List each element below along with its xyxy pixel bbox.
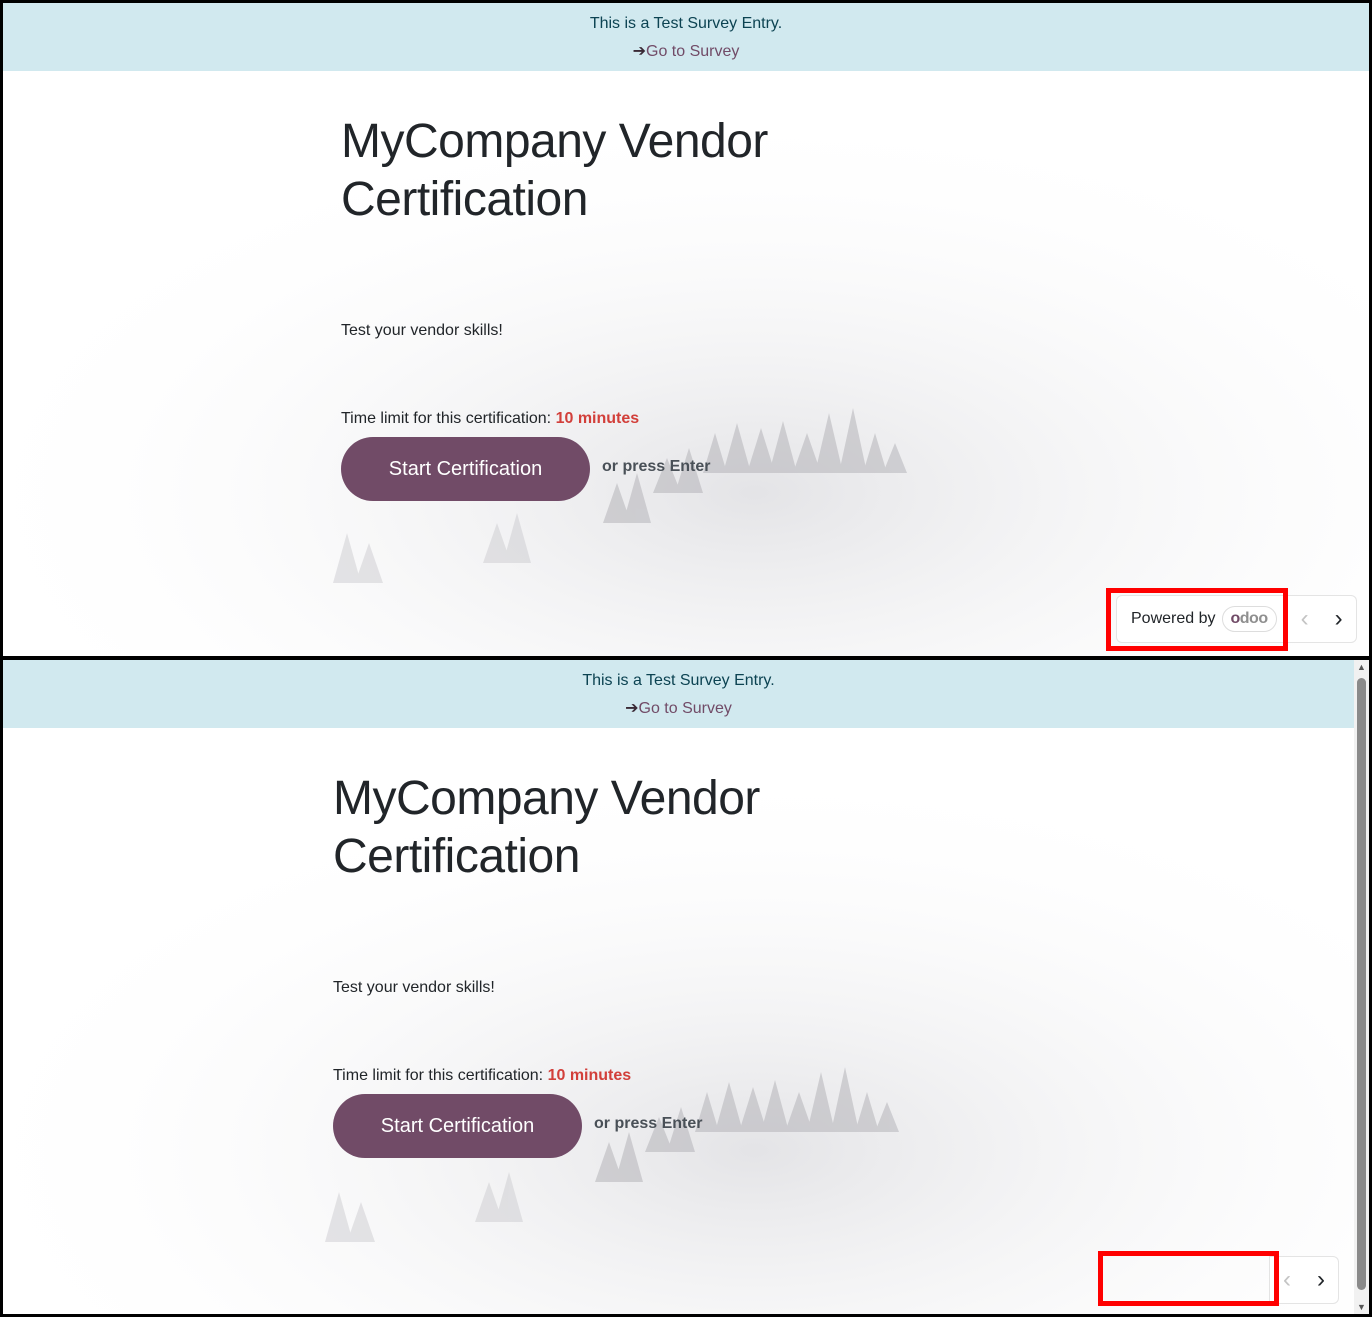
scroll-up-arrow-icon[interactable]: ▲ [1357, 662, 1366, 672]
scroll-down-arrow-icon[interactable]: ▼ [1357, 1302, 1366, 1312]
time-limit-value: 10 minutes [547, 1067, 632, 1084]
chevron-right-icon[interactable]: › [1322, 596, 1356, 642]
survey-title: MyCompany Vendor Certification [333, 772, 760, 883]
banner-text: This is a Test Survey Entry. [582, 672, 775, 689]
scrollbar-thumb[interactable] [1357, 678, 1366, 1290]
press-enter-hint: or press Enter [594, 1115, 703, 1132]
chevron-right-icon[interactable]: › [1304, 1257, 1338, 1303]
start-actions: Start Certification or press Enter [333, 1094, 853, 1158]
powered-by-odoo[interactable]: Powered by o doo [1116, 595, 1288, 643]
survey-footer: Powered by o doo ‹ › [1116, 595, 1357, 643]
page-navigation: ‹ › [1269, 1256, 1339, 1304]
survey-footer: ‹ › [1269, 1256, 1339, 1304]
chevron-left-icon[interactable]: ‹ [1270, 1257, 1304, 1303]
vertical-scrollbar[interactable]: ▲ ▼ [1354, 660, 1369, 1314]
arrow-right-icon: ➔ [625, 700, 639, 717]
time-limit-text: Time limit for this certification: 10 mi… [341, 409, 861, 429]
page-navigation: ‹ › [1287, 595, 1357, 643]
go-to-survey-link[interactable]: ➔Go to Survey [633, 42, 740, 62]
survey-description: Test your vendor skills! [341, 322, 503, 339]
survey-page-top: This is a Test Survey Entry. ➔Go to Surv… [3, 3, 1369, 656]
time-limit-label: Time limit for this certification: [333, 1067, 544, 1084]
survey-start-content: MyCompany Vendor Certification Test your… [341, 113, 861, 501]
powered-by-label: Powered by [1131, 610, 1216, 627]
start-certification-button[interactable]: Start Certification [333, 1094, 582, 1158]
start-actions: Start Certification or press Enter [341, 437, 861, 501]
banner-text: This is a Test Survey Entry. [589, 15, 783, 32]
start-certification-button[interactable]: Start Certification [341, 437, 590, 501]
chevron-left-icon[interactable]: ‹ [1288, 596, 1322, 642]
survey-start-content: MyCompany Vendor Certification Test your… [333, 770, 853, 1158]
survey-page-bottom: This is a Test Survey Entry. ➔Go to Surv… [3, 660, 1369, 1314]
survey-title: MyCompany Vendor Certification [341, 115, 768, 226]
arrow-right-icon: ➔ [632, 43, 647, 60]
go-to-survey-link[interactable]: ➔Go to Survey [625, 699, 732, 719]
go-to-survey-label: Go to Survey [638, 700, 732, 717]
test-entry-banner: This is a Test Survey Entry. ➔Go to Surv… [3, 3, 1369, 71]
time-limit-text: Time limit for this certification: 10 mi… [333, 1066, 853, 1086]
survey-description: Test your vendor skills! [333, 979, 495, 996]
time-limit-label: Time limit for this certification: [341, 410, 552, 427]
press-enter-hint: or press Enter [602, 458, 711, 475]
go-to-survey-label: Go to Survey [646, 43, 740, 60]
test-entry-banner: This is a Test Survey Entry. ➔Go to Surv… [3, 660, 1354, 728]
time-limit-value: 10 minutes [555, 410, 640, 427]
odoo-logo: o doo [1221, 606, 1277, 632]
